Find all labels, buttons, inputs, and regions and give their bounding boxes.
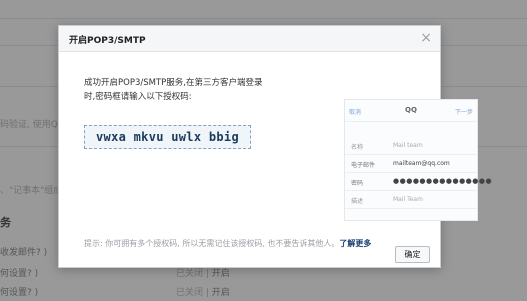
auth-code[interactable]: vwxa mkvu uwlx bbig: [84, 125, 251, 149]
tip-text: 提示: 你可拥有多个授权码, 所以无需记住该授权码, 也不要告诉其他人。了解更多: [84, 238, 371, 249]
confirm-button[interactable]: 确定: [395, 246, 430, 263]
dialog-title: 开启POP3/SMTP: [69, 36, 146, 46]
client-setup-illustration: 取消 QQ 下一步 名称 Mail team 电子邮件 mailteam@qq.…: [344, 99, 492, 221]
mock-label: 密码: [351, 180, 364, 187]
close-icon[interactable]: ×: [420, 30, 432, 46]
mock-value: Mail Team: [393, 196, 423, 203]
success-message: 成功开启POP3/SMTP服务,在第三方客户端登录时,密码框请输入以下授权码:: [84, 78, 263, 102]
mock-label: 名称: [351, 144, 364, 151]
mock-header: 取消 QQ 下一步: [345, 100, 477, 122]
learn-more-link[interactable]: 了解更多: [339, 239, 371, 248]
enable-pop3-smtp-dialog: 开启POP3/SMTP × 成功开启POP3/SMTP服务,在第三方客户端登录时…: [58, 25, 492, 268]
mock-row-name: 名称 Mail team: [345, 137, 477, 155]
mock-value: mailteam@qq.com: [393, 160, 450, 167]
mock-value: ●●●●●●●●●●●●●●●: [393, 177, 493, 185]
mock-row-email: 电子邮件 mailteam@qq.com: [345, 155, 477, 173]
mock-row-description: 描述 Mail Team: [345, 191, 477, 209]
tip-message: 提示: 你可拥有多个授权码, 所以无需记住该授权码, 也不要告诉其他人。: [84, 239, 340, 248]
mock-next-label: 下一步: [454, 109, 473, 116]
mock-label: 电子邮件: [351, 162, 376, 169]
mock-value: Mail team: [393, 142, 423, 149]
mock-row-password: 密码 ●●●●●●●●●●●●●●●: [345, 173, 492, 191]
mock-label: 描述: [351, 198, 364, 205]
dialog-header: 开启POP3/SMTP ×: [59, 26, 440, 52]
